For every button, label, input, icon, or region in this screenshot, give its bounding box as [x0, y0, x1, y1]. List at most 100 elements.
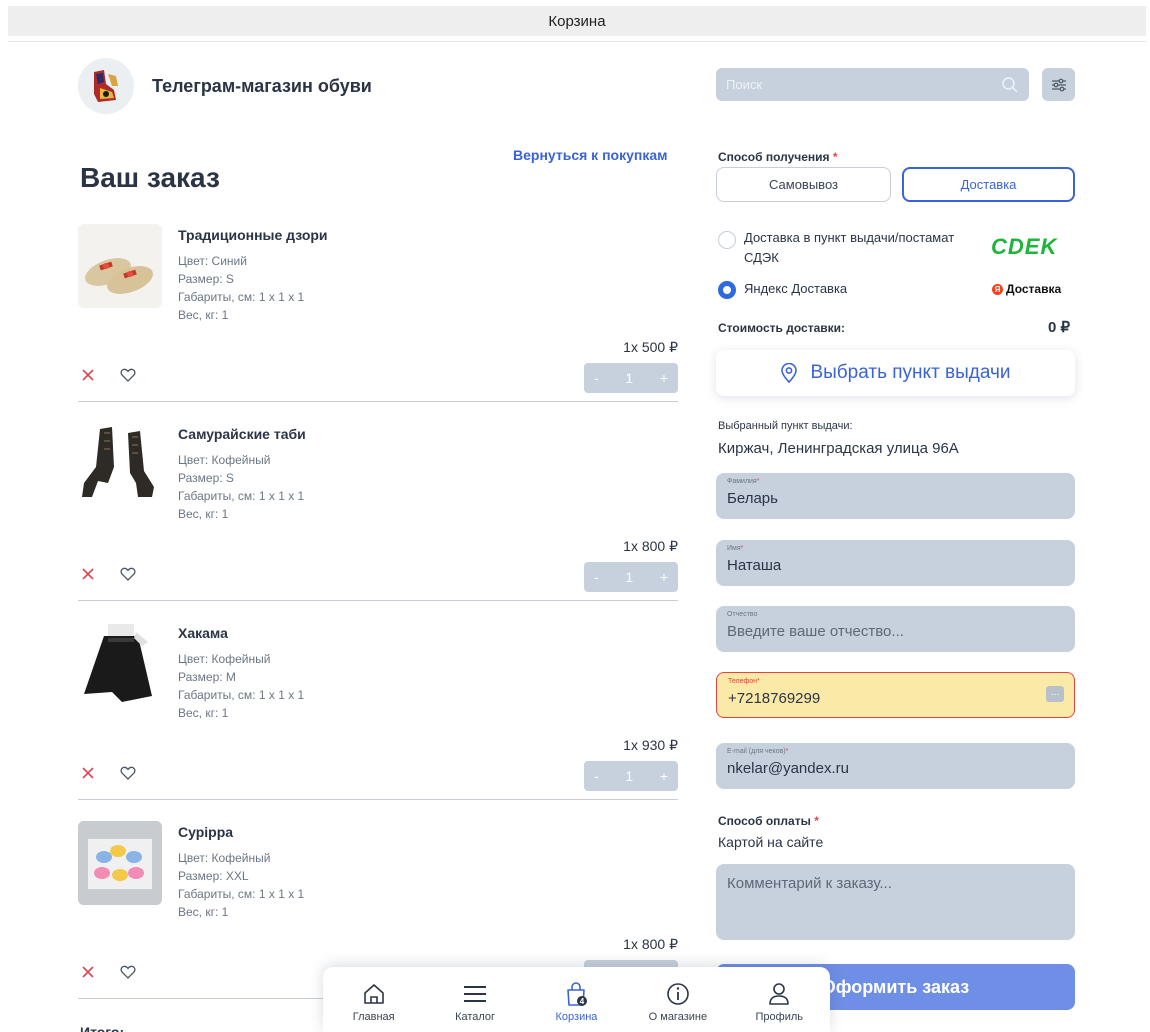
- product-dims: Габариты, см: 1 x 1 x 1: [178, 688, 305, 702]
- decrease-button[interactable]: -: [594, 370, 599, 386]
- remove-icon[interactable]: [81, 567, 95, 581]
- item-divider: [78, 600, 678, 601]
- tabi-boots-image: [78, 423, 162, 507]
- order-comment-input[interactable]: [716, 864, 1075, 940]
- cdek-radio[interactable]: [718, 231, 736, 249]
- nav-profile[interactable]: Профиль: [731, 981, 827, 1023]
- payment-method-value[interactable]: Картой на сайте: [718, 834, 823, 850]
- quantity-stepper[interactable]: - 1 +: [584, 562, 678, 592]
- product-image[interactable]: [78, 423, 162, 507]
- product-image[interactable]: [78, 224, 162, 308]
- remove-icon[interactable]: [81, 965, 95, 979]
- yandex-option-label[interactable]: Яндекс Доставка: [744, 279, 847, 299]
- product-weight: Вес, кг: 1: [178, 507, 229, 521]
- item-divider: [78, 799, 678, 800]
- cart-icon: 4: [567, 981, 588, 1006]
- search-bar[interactable]: [716, 68, 1029, 101]
- product-image[interactable]: [78, 821, 162, 905]
- remove-icon[interactable]: [81, 368, 95, 382]
- shoe-logo-icon: [94, 70, 118, 102]
- increase-button[interactable]: +: [660, 569, 668, 585]
- heart-icon[interactable]: [120, 566, 136, 582]
- decrease-button[interactable]: -: [594, 768, 599, 784]
- heart-icon[interactable]: [120, 964, 136, 980]
- email-field[interactable]: E-mail (для чеков)*: [716, 743, 1075, 789]
- surname-input[interactable]: [727, 490, 1064, 507]
- surippa-slippers-image: [78, 821, 162, 905]
- item-divider: [78, 401, 678, 402]
- increase-button[interactable]: +: [660, 768, 668, 784]
- quantity-stepper[interactable]: - 1 +: [584, 761, 678, 791]
- payment-method-text: Способ оплаты: [718, 814, 811, 828]
- choose-pickup-point-label: Выбрать пункт выдачи: [810, 362, 1011, 383]
- window-title: Корзина: [548, 12, 606, 30]
- header-divider: [8, 41, 1146, 42]
- product-size: Размер: XXL: [178, 869, 249, 883]
- email-input[interactable]: [727, 760, 1064, 777]
- increase-button[interactable]: +: [660, 370, 668, 386]
- delivery-method-text: Способ получения: [718, 150, 830, 164]
- product-size: Размер: S: [178, 471, 234, 485]
- selected-point-value: Киржач, Ленинградская улица 96А: [718, 440, 959, 457]
- nav-about-label: О магазине: [648, 1010, 708, 1023]
- quantity-stepper[interactable]: - 1 +: [584, 363, 678, 393]
- choose-pickup-point-button[interactable]: Выбрать пункт выдачи: [716, 350, 1075, 396]
- phone-label-text: Телефон: [728, 678, 758, 685]
- cdek-option-label[interactable]: Доставка в пункт выдачи/постамат СДЭК: [744, 228, 974, 268]
- menu-icon: [464, 985, 487, 1002]
- required-mark: *: [757, 678, 760, 685]
- hakama-image: [78, 622, 162, 706]
- product-image[interactable]: [78, 622, 162, 706]
- product-color: Цвет: Кофейный: [178, 453, 271, 467]
- product-name[interactable]: Традиционные дзори: [178, 227, 328, 243]
- nav-about[interactable]: О магазине: [630, 981, 726, 1023]
- nav-home[interactable]: Главная: [326, 981, 422, 1023]
- product-weight: Вес, кг: 1: [178, 706, 229, 720]
- cart-item: Хакама Цвет: Кофейный Размер: M Габариты…: [78, 622, 678, 822]
- shop-name: Телеграм-магазин обуви: [152, 76, 372, 96]
- surname-label-text: Фамилия: [727, 478, 757, 485]
- quantity-value: 1: [625, 370, 634, 386]
- product-dims: Габариты, см: 1 x 1 x 1: [178, 887, 305, 901]
- filter-button[interactable]: [1042, 68, 1075, 101]
- product-name[interactable]: Самурайские таби: [178, 426, 306, 442]
- product-name[interactable]: Сурippa: [178, 824, 233, 840]
- delivery-cost-value: 0 ₽: [1048, 319, 1071, 336]
- search-icon[interactable]: [1001, 76, 1019, 94]
- required-mark: *: [832, 150, 838, 164]
- decrease-button[interactable]: -: [594, 569, 599, 585]
- phone-label: Телефон*: [728, 678, 1063, 687]
- nav-cart[interactable]: 4 Корзина: [528, 981, 624, 1023]
- search-input[interactable]: [726, 77, 1001, 92]
- back-to-shopping-link[interactable]: Вернуться к покупкам: [513, 147, 667, 163]
- patronymic-input[interactable]: [727, 623, 1064, 640]
- remove-icon[interactable]: [81, 766, 95, 780]
- product-color: Цвет: Кофейный: [178, 652, 271, 666]
- product-price: 1x 800 ₽: [623, 936, 678, 952]
- yandex-logo-text: Доставка: [1006, 282, 1062, 296]
- autofill-dots-button[interactable]: ···: [1046, 686, 1064, 702]
- phone-field[interactable]: Телефон* ···: [716, 672, 1075, 718]
- product-size: Размер: M: [178, 670, 236, 684]
- surname-field[interactable]: Фамилия*: [716, 473, 1075, 519]
- shop-logo[interactable]: [78, 58, 134, 114]
- name-field[interactable]: Имя*: [716, 540, 1075, 586]
- heart-icon[interactable]: [120, 367, 136, 383]
- heart-icon[interactable]: [120, 765, 136, 781]
- yandex-radio[interactable]: [718, 281, 736, 299]
- phone-input[interactable]: [728, 690, 1063, 707]
- name-label: Имя*: [727, 545, 1064, 554]
- order-title: Ваш заказ: [80, 162, 220, 193]
- profile-icon: [769, 982, 790, 1005]
- pickup-option-button[interactable]: Самовывоз: [716, 167, 891, 202]
- nav-catalog[interactable]: Каталог: [427, 981, 523, 1023]
- product-name[interactable]: Хакама: [178, 625, 228, 641]
- name-input[interactable]: [727, 557, 1064, 574]
- delivery-option-button[interactable]: Доставка: [902, 167, 1075, 202]
- window-title-bar: Корзина: [8, 6, 1146, 36]
- patronymic-field[interactable]: Отчество: [716, 606, 1075, 652]
- selected-point-label: Выбранный пункт выдачи:: [718, 420, 853, 432]
- nav-catalog-label: Каталог: [455, 1010, 496, 1023]
- total-label: Итого:: [80, 1024, 125, 1032]
- yandex-logo-icon: Я: [992, 283, 1003, 295]
